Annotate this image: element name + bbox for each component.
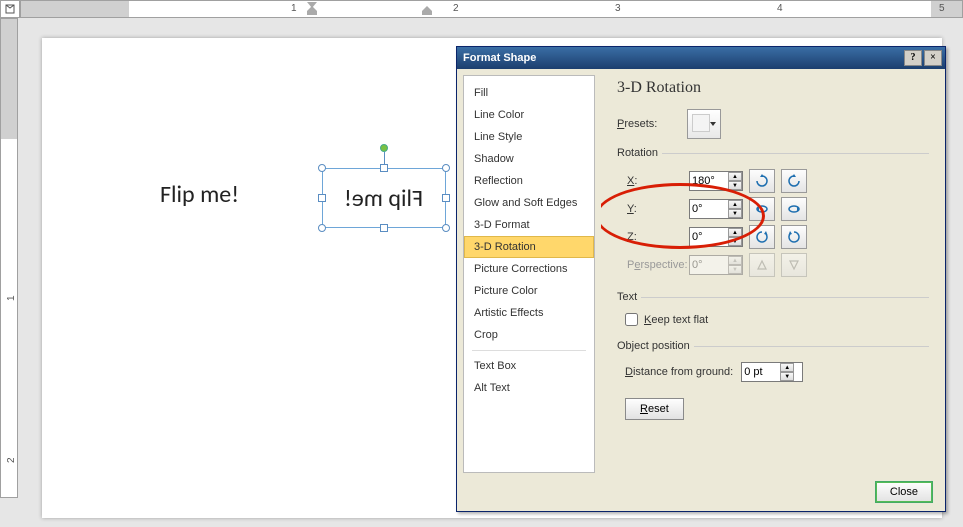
panel-heading: 3-D Rotation — [617, 79, 929, 97]
x-spin-down[interactable]: ▼ — [728, 181, 742, 190]
z-spin-down[interactable]: ▼ — [728, 237, 742, 246]
category-nav: Fill Line Color Line Style Shadow Reflec… — [463, 75, 595, 473]
perspective-field — [690, 256, 728, 274]
resize-handle-bl[interactable] — [318, 224, 326, 232]
text-box-frame[interactable]: Flip me! — [322, 168, 446, 228]
object-position-legend: Object position — [617, 340, 694, 352]
right-indent-marker[interactable] — [422, 11, 432, 17]
resize-handle-r[interactable] — [442, 194, 450, 202]
persp-spin-down: ▼ — [728, 265, 742, 274]
selected-text-box[interactable]: Flip me! — [310, 156, 458, 240]
horizontal-ruler[interactable]: 1 2 3 4 5 — [20, 0, 963, 18]
y-rotation-field[interactable] — [690, 200, 728, 218]
distance-field[interactable] — [742, 363, 780, 381]
rotate-y-up-button[interactable] — [749, 197, 775, 221]
nav-3d-format[interactable]: 3-D Format — [464, 214, 594, 236]
nav-text-box[interactable]: Text Box — [464, 355, 594, 377]
rotate-x-left-button[interactable] — [749, 169, 775, 193]
persp-spin-up: ▲ — [728, 256, 742, 265]
y-label: Y: — [617, 203, 689, 215]
perspective-wide-button — [781, 253, 807, 277]
vertical-ruler[interactable]: 1 2 — [0, 18, 18, 498]
ruler-number: 5 — [939, 3, 945, 14]
ruler-number: 1 — [291, 3, 297, 14]
close-button[interactable]: Close — [875, 481, 933, 503]
keep-text-flat-label[interactable]: Keep text flat — [644, 314, 708, 326]
x-label: X: — [617, 175, 689, 187]
resize-handle-tr[interactable] — [442, 164, 450, 172]
nav-crop[interactable]: Crop — [464, 324, 594, 346]
hanging-indent-marker[interactable] — [307, 11, 317, 17]
ruler-number: 3 — [615, 3, 621, 14]
dialog-title: Format Shape — [463, 52, 536, 64]
nav-picture-color[interactable]: Picture Color — [464, 280, 594, 302]
text-box-content: Flip me! — [344, 184, 423, 213]
resize-handle-t[interactable] — [380, 164, 388, 172]
object-position-group: Object position Distance from ground: ▲▼ — [617, 340, 929, 388]
rotation-legend: Rotation — [617, 147, 662, 159]
x-rotation-field[interactable] — [690, 172, 728, 190]
presets-label: Presets: — [617, 118, 687, 130]
z-spin-up[interactable]: ▲ — [728, 228, 742, 237]
text-group: Text Keep text flat — [617, 291, 929, 332]
distance-input[interactable]: ▲▼ — [741, 362, 803, 382]
resize-handle-b[interactable] — [380, 224, 388, 232]
resize-handle-br[interactable] — [442, 224, 450, 232]
rotate-y-down-button[interactable] — [781, 197, 807, 221]
y-spin-up[interactable]: ▲ — [728, 200, 742, 209]
nav-reflection[interactable]: Reflection — [464, 170, 594, 192]
rotation-handle[interactable] — [380, 144, 388, 152]
nav-alt-text[interactable]: Alt Text — [464, 377, 594, 399]
reset-button[interactable]: Reset — [625, 398, 684, 420]
close-icon[interactable]: × — [924, 50, 942, 66]
format-shape-dialog: Format Shape ? × Fill Line Color Line St… — [456, 46, 946, 512]
nav-3d-rotation[interactable]: 3-D Rotation — [464, 236, 594, 258]
ruler-number: 4 — [777, 3, 783, 14]
presets-dropdown[interactable] — [687, 109, 721, 139]
dist-spin-up[interactable]: ▲ — [780, 363, 794, 372]
nav-shadow[interactable]: Shadow — [464, 148, 594, 170]
nav-fill[interactable]: Fill — [464, 82, 594, 104]
dialog-titlebar[interactable]: Format Shape ? × — [457, 47, 945, 69]
ruler-corner-button[interactable] — [0, 0, 20, 18]
nav-glow[interactable]: Glow and Soft Edges — [464, 192, 594, 214]
ruler-number: 1 — [6, 295, 17, 301]
nav-line-color[interactable]: Line Color — [464, 104, 594, 126]
y-rotation-input[interactable]: ▲▼ — [689, 199, 743, 219]
resize-handle-l[interactable] — [318, 194, 326, 202]
document-text: Flip me! — [160, 180, 239, 209]
distance-label: Distance from ground: — [625, 366, 733, 378]
z-rotation-field[interactable] — [690, 228, 728, 246]
perspective-label: Perspective: — [617, 259, 689, 271]
rotation-panel: 3-D Rotation Presets: Rotation X: ▲▼ Y: … — [601, 69, 945, 479]
x-rotation-input[interactable]: ▲▼ — [689, 171, 743, 191]
text-legend: Text — [617, 291, 641, 303]
ruler-number: 2 — [453, 3, 459, 14]
x-spin-up[interactable]: ▲ — [728, 172, 742, 181]
rotate-x-right-button[interactable] — [781, 169, 807, 193]
keep-text-flat-checkbox[interactable] — [625, 313, 638, 326]
y-spin-down[interactable]: ▼ — [728, 209, 742, 218]
nav-artistic-effects[interactable]: Artistic Effects — [464, 302, 594, 324]
rotate-z-ccw-button[interactable] — [749, 225, 775, 249]
perspective-narrow-button — [749, 253, 775, 277]
dist-spin-down[interactable]: ▼ — [780, 372, 794, 381]
perspective-input: ▲▼ — [689, 255, 743, 275]
rotate-z-cw-button[interactable] — [781, 225, 807, 249]
nav-line-style[interactable]: Line Style — [464, 126, 594, 148]
help-button[interactable]: ? — [904, 50, 922, 66]
z-label: Z: — [617, 231, 689, 243]
z-rotation-input[interactable]: ▲▼ — [689, 227, 743, 247]
nav-picture-corrections[interactable]: Picture Corrections — [464, 258, 594, 280]
rotation-group: Rotation X: ▲▼ Y: ▲▼ Z: ▲▼ — [617, 147, 929, 283]
ruler-number: 2 — [6, 457, 17, 463]
resize-handle-tl[interactable] — [318, 164, 326, 172]
